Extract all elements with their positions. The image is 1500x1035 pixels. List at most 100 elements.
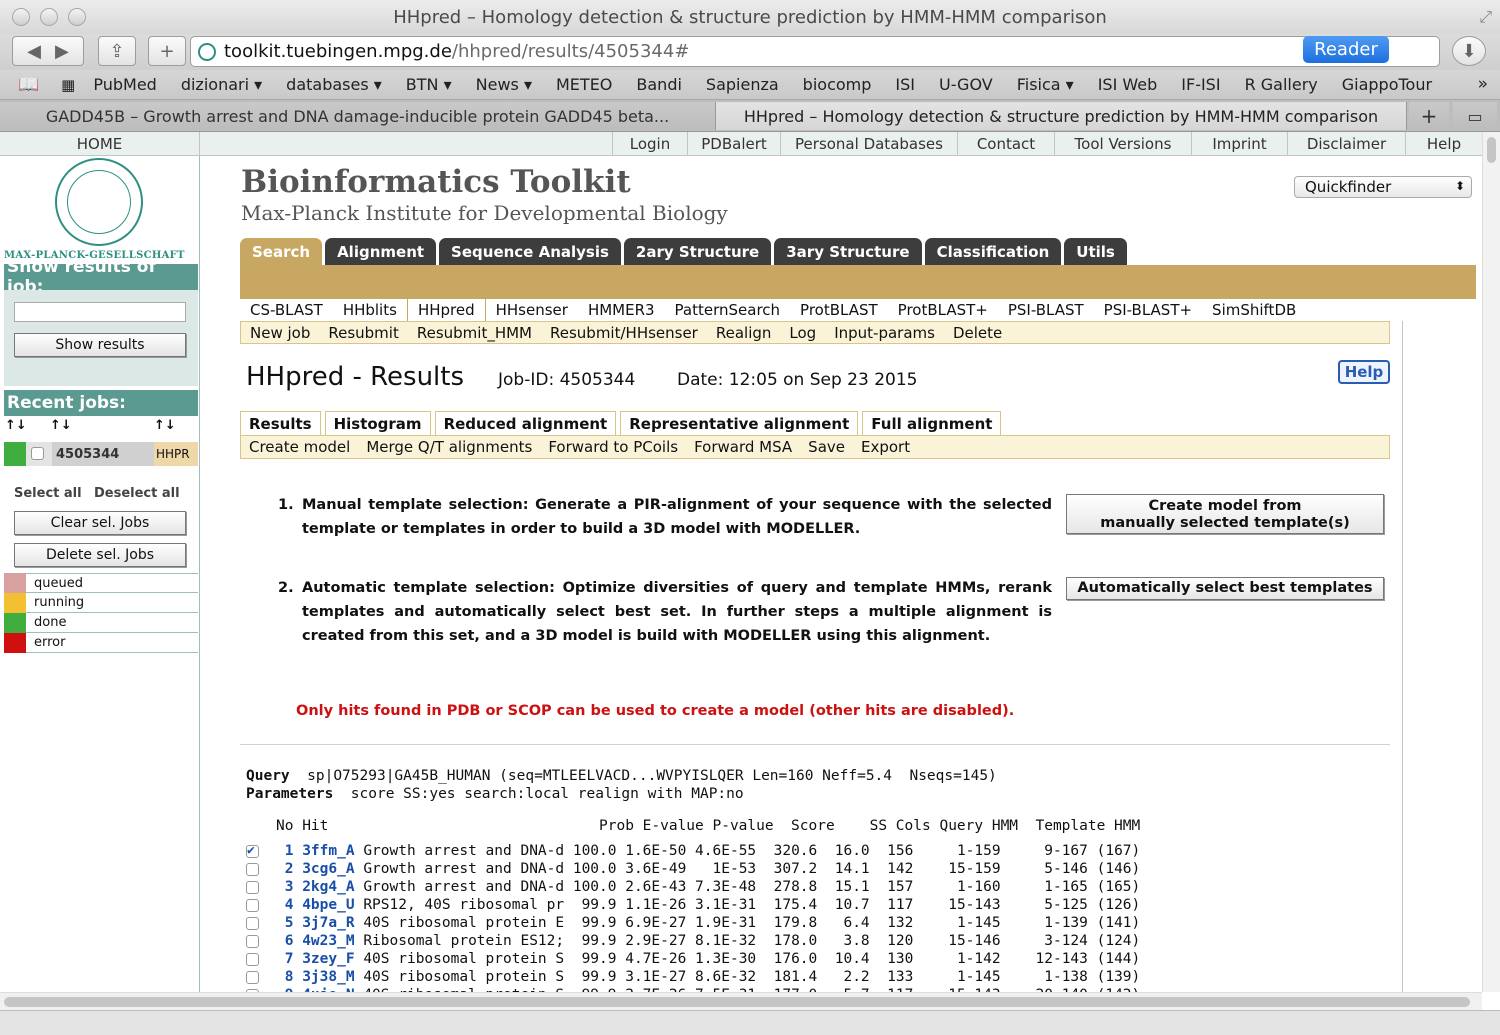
- bookmark-item[interactable]: R Gallery: [1245, 75, 1318, 94]
- hit-number[interactable]: 8: [276, 969, 294, 985]
- results-tab-reduced-alignment[interactable]: Reduced alignment: [434, 411, 617, 435]
- bookmark-item[interactable]: METEO: [556, 75, 612, 94]
- bookmark-item[interactable]: News ▾: [476, 75, 532, 94]
- hit-checkbox[interactable]: [246, 953, 259, 966]
- hit-checkbox[interactable]: [246, 842, 259, 860]
- bookmark-item[interactable]: GiappoTour: [1342, 75, 1432, 94]
- reading-list-icon[interactable]: 📖: [18, 75, 39, 95]
- tab-overview-icon[interactable]: ▭: [1453, 102, 1497, 130]
- tab-alignment[interactable]: Alignment: [325, 238, 437, 265]
- back-arrow-icon[interactable]: ◀: [27, 41, 41, 62]
- hit-number[interactable]: 5: [276, 915, 294, 931]
- clear-jobs-button[interactable]: Clear sel. Jobs: [14, 511, 186, 535]
- job-id-link[interactable]: 4505344: [52, 442, 154, 466]
- results-action-link[interactable]: Export: [853, 438, 918, 456]
- hit-number[interactable]: 1: [276, 843, 294, 859]
- select-all-link[interactable]: Select all: [14, 486, 82, 501]
- bookmark-item[interactable]: BTN ▾: [406, 75, 452, 94]
- action-link[interactable]: Realign: [707, 324, 781, 342]
- results-action-link[interactable]: Create model: [241, 438, 358, 456]
- action-link[interactable]: Resubmit/HHsenser: [541, 324, 707, 342]
- bookmark-item[interactable]: PubMed: [93, 75, 156, 94]
- quickfinder-select[interactable]: Quickfinder ⬍: [1294, 176, 1472, 198]
- vertical-scrollbar[interactable]: [1482, 132, 1500, 992]
- tool-tab[interactable]: CS-BLAST: [240, 299, 333, 321]
- hit-id-link[interactable]: 2kg4_A: [302, 879, 354, 895]
- home-link[interactable]: HOME: [0, 132, 200, 156]
- hit-number[interactable]: 6: [276, 933, 294, 949]
- tab-3ary-structure[interactable]: 3ary Structure: [774, 238, 922, 265]
- nav-link-tool-versions[interactable]: Tool Versions: [1054, 132, 1191, 156]
- hit-checkbox[interactable]: [246, 899, 259, 912]
- bookmark-item[interactable]: biocomp: [803, 75, 872, 94]
- share-button[interactable]: ⇪: [98, 36, 136, 66]
- max-planck-logo[interactable]: [55, 158, 143, 246]
- results-action-link[interactable]: Merge Q/T alignments: [358, 438, 540, 456]
- bookmark-item[interactable]: ISI Web: [1098, 75, 1158, 94]
- tab-search[interactable]: Search: [240, 238, 323, 265]
- tool-tab[interactable]: ProtBLAST+: [888, 299, 998, 321]
- results-action-link[interactable]: Forward MSA: [686, 438, 800, 456]
- action-link[interactable]: Delete: [944, 324, 1011, 342]
- results-action-link[interactable]: Forward to PCoils: [540, 438, 686, 456]
- tool-tab[interactable]: PSI-BLAST: [998, 299, 1094, 321]
- hit-id-link[interactable]: 3j38_M: [302, 969, 354, 985]
- job-checkbox[interactable]: [26, 442, 52, 466]
- tab-utils[interactable]: Utils: [1064, 238, 1127, 265]
- tab-2ary-structure[interactable]: 2ary Structure: [623, 238, 772, 265]
- tool-tab[interactable]: ProtBLAST: [790, 299, 888, 321]
- bookmark-item[interactable]: IF-ISI: [1181, 75, 1220, 94]
- tool-tab[interactable]: SimShiftDB: [1202, 299, 1306, 321]
- tab-gadd45b[interactable]: GADD45B – Growth arrest and DNA damage-i…: [0, 102, 715, 130]
- new-tab-plus-icon[interactable]: +: [1409, 102, 1449, 130]
- action-link[interactable]: Resubmit: [319, 324, 407, 342]
- sort-id-icon[interactable]: ↑↓: [50, 418, 72, 433]
- hit-checkbox[interactable]: [246, 881, 259, 894]
- hit-number[interactable]: 7: [276, 951, 294, 967]
- hit-checkbox[interactable]: [246, 917, 259, 930]
- download-button[interactable]: ⬇: [1452, 36, 1486, 66]
- tab-classification[interactable]: Classification: [924, 238, 1062, 265]
- job-id-input[interactable]: [14, 302, 186, 322]
- results-tab-histogram[interactable]: Histogram: [324, 411, 431, 435]
- hit-number[interactable]: 3: [276, 879, 294, 895]
- hit-number[interactable]: 4: [276, 897, 294, 913]
- hit-checkbox[interactable]: [246, 863, 259, 876]
- horizontal-scroll-thumb[interactable]: [4, 997, 1470, 1007]
- more-bookmarks-icon[interactable]: »: [1478, 74, 1488, 94]
- hit-checkbox[interactable]: [246, 935, 259, 948]
- sort-status-icon[interactable]: ↑↓: [5, 418, 27, 433]
- horizontal-scrollbar[interactable]: [0, 992, 1482, 1010]
- tool-tab[interactable]: PSI-BLAST+: [1094, 299, 1202, 321]
- help-button[interactable]: Help: [1338, 360, 1390, 384]
- nav-link-disclaimer[interactable]: Disclaimer: [1287, 132, 1405, 156]
- new-tab-button[interactable]: +: [148, 36, 186, 66]
- bookmark-item[interactable]: ISI: [895, 75, 915, 94]
- top-sites-icon[interactable]: ▦: [61, 76, 75, 94]
- results-tab-full-alignment[interactable]: Full alignment: [862, 411, 1002, 435]
- bookmark-item[interactable]: databases ▾: [286, 75, 382, 94]
- bookmark-item[interactable]: dizionari ▾: [181, 75, 262, 94]
- tool-tab-selected[interactable]: HHpred: [406, 299, 486, 321]
- tab-hhpred[interactable]: HHpred – Homology detection & structure …: [715, 102, 1407, 130]
- nav-link-contact[interactable]: Contact: [957, 132, 1054, 156]
- show-results-button[interactable]: Show results: [14, 333, 186, 357]
- tool-tab[interactable]: HMMER3: [578, 299, 665, 321]
- hit-id-link[interactable]: 4bpe_U: [302, 897, 354, 913]
- hit-id-link[interactable]: 3ffm_A: [302, 843, 354, 859]
- reader-button[interactable]: Reader: [1303, 36, 1389, 63]
- hit-id-link[interactable]: 3j7a_R: [302, 915, 354, 931]
- nav-link-pdbalert[interactable]: PDBalert: [687, 132, 780, 156]
- action-link[interactable]: Resubmit_HMM: [408, 324, 541, 342]
- bookmark-item[interactable]: Sapienza: [706, 75, 779, 94]
- action-link[interactable]: Input-params: [825, 324, 944, 342]
- vertical-scroll-thumb[interactable]: [1487, 137, 1496, 163]
- hit-checkbox[interactable]: [246, 971, 259, 984]
- nav-link-help[interactable]: Help: [1405, 132, 1482, 156]
- action-link[interactable]: Log: [780, 324, 825, 342]
- hit-number[interactable]: 2: [276, 861, 294, 877]
- nav-link-personal-databases[interactable]: Personal Databases: [780, 132, 957, 156]
- sort-tool-icon[interactable]: ↑↓: [154, 418, 176, 433]
- fullscreen-icon[interactable]: ⤢: [1479, 7, 1492, 27]
- recent-job-row[interactable]: 4505344 HHPR: [4, 442, 198, 466]
